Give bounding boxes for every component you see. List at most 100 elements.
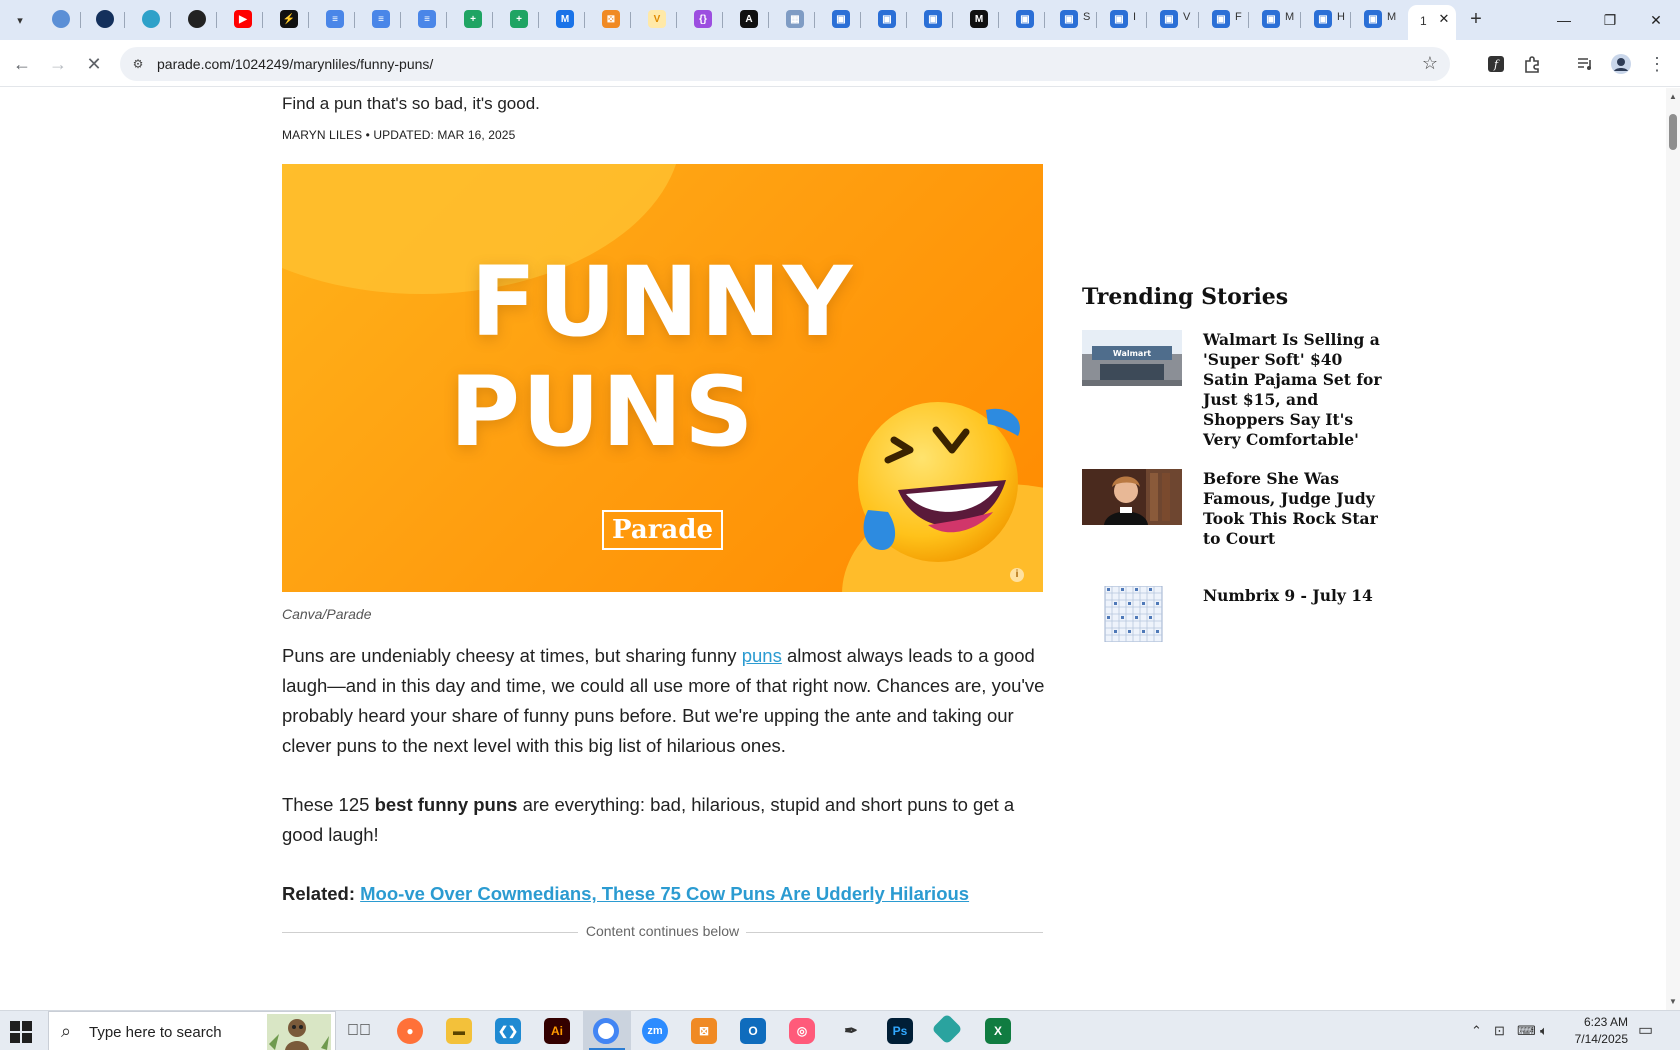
close-window-button[interactable]: ✕ xyxy=(1633,6,1679,34)
site-info-icon[interactable]: ⚙ xyxy=(128,54,148,74)
tab-favicon-forms-icon[interactable]: ▣ xyxy=(832,10,850,28)
tab-favicon-sheets-icon[interactable]: + xyxy=(510,10,528,28)
tab-divider xyxy=(1248,12,1249,28)
stop-loading-button[interactable]: ✕ xyxy=(79,49,109,79)
tab-favicon-forms-icon[interactable]: ▣ xyxy=(1364,10,1382,28)
tab-favicon-shield-icon[interactable] xyxy=(96,10,114,28)
extension-script-icon[interactable]: f xyxy=(1481,49,1511,79)
illustrator-icon[interactable]: Ai xyxy=(544,1018,570,1044)
clock-time: 6:23 AM xyxy=(1583,1015,1628,1029)
tab-favicon-bolt-icon[interactable]: ⚡ xyxy=(280,10,298,28)
tab-favicon-medium-icon[interactable]: M xyxy=(970,10,988,28)
walmart-store-thumbnail[interactable]: Walmart xyxy=(1082,330,1182,386)
tab-favicon-globe-icon[interactable] xyxy=(52,10,70,28)
file-explorer-icon[interactable]: ▬ xyxy=(446,1018,472,1044)
zoom-icon[interactable]: zm xyxy=(642,1018,668,1044)
tab-favicon-grid-icon[interactable]: ⊠ xyxy=(602,10,620,28)
firefox-icon[interactable]: ● xyxy=(397,1018,423,1044)
tray-network-icon[interactable]: ⊡ xyxy=(1494,1023,1505,1039)
tab-favicon-a-icon[interactable]: A xyxy=(740,10,758,28)
extensions-puzzle-icon[interactable] xyxy=(1517,49,1547,79)
browser-menu-icon[interactable]: ⋮ xyxy=(1642,49,1672,79)
tab-favicon-forms-icon[interactable]: ▣ xyxy=(1314,10,1332,28)
close-icon: ✕ xyxy=(86,53,102,74)
tray-volume-icon[interactable]: 🔈︎ xyxy=(1540,1023,1548,1039)
back-button[interactable]: ← xyxy=(7,49,37,79)
trending-story-title[interactable]: Numbrix 9 - July 14 xyxy=(1203,586,1388,606)
tray-chevron-up-icon[interactable]: ⌃ xyxy=(1471,1023,1482,1039)
windows-start-icon[interactable] xyxy=(10,1021,32,1043)
excel-icon[interactable]: X xyxy=(985,1018,1011,1044)
tab-label: M xyxy=(1285,11,1295,23)
bookmark-star-icon[interactable]: ☆ xyxy=(1422,53,1438,74)
tab-favicon-openai-icon[interactable] xyxy=(188,10,206,28)
numbrix-puzzle-thumbnail[interactable] xyxy=(1082,586,1182,642)
tab-favicon-sheets-icon[interactable]: + xyxy=(464,10,482,28)
pen-tool-icon[interactable]: ✒ xyxy=(838,1018,864,1044)
address-bar[interactable]: ⚙ parade.com/1024249/marynliles/funny-pu… xyxy=(120,47,1450,81)
active-tab[interactable]: 1 ✕ xyxy=(1408,5,1456,40)
notification-icon[interactable]: ▭ xyxy=(1638,1020,1653,1040)
tab-favicon-forms-icon[interactable]: ▣ xyxy=(878,10,896,28)
forward-button[interactable]: → xyxy=(43,49,73,79)
tab-divider xyxy=(1146,12,1147,28)
app-diamond-icon[interactable] xyxy=(931,1013,963,1045)
tab-favicon-docs-icon[interactable]: ≡ xyxy=(372,10,390,28)
tab-favicon-youtube-icon[interactable]: ▶ xyxy=(234,10,252,28)
tray-wifi-icon[interactable]: ⌨ xyxy=(1517,1023,1536,1039)
tab-divider xyxy=(354,12,355,28)
article-paragraph: Puns are undeniably cheesy at times, but… xyxy=(282,641,1047,761)
trending-story-title[interactable]: Before She Was Famous, Judge Judy Took T… xyxy=(1203,469,1388,549)
trending-story[interactable]: Numbrix 9 - July 14 xyxy=(1082,586,1382,656)
profile-avatar[interactable] xyxy=(1606,49,1636,79)
tab-favicon-braces-icon[interactable]: {} xyxy=(694,10,712,28)
tab-divider xyxy=(1300,12,1301,28)
scrollbar-thumb[interactable] xyxy=(1669,114,1677,150)
tab-favicon-forms-icon[interactable]: ▣ xyxy=(1016,10,1034,28)
trending-story[interactable]: Before She Was Famous, Judge Judy Took T… xyxy=(1082,469,1382,549)
tab-favicon-v-icon[interactable]: V xyxy=(648,10,666,28)
xampp-icon[interactable]: ⊠ xyxy=(691,1018,717,1044)
new-tab-button[interactable]: + xyxy=(1464,8,1488,32)
trending-story[interactable]: Walmart Walmart Is Selling a 'Super Soft… xyxy=(1082,330,1382,449)
tab-favicon-play-icon[interactable] xyxy=(142,10,160,28)
scroll-down-arrow-icon[interactable]: ▼ xyxy=(1669,997,1677,1006)
taskbar-clock[interactable]: 6:23 AM 7/14/2025 xyxy=(1558,1014,1628,1048)
tab-favicon-table-icon[interactable]: ▦ xyxy=(786,10,804,28)
trending-story-title[interactable]: Walmart Is Selling a 'Super Soft' $40 Sa… xyxy=(1203,330,1388,450)
outlook-icon[interactable]: O xyxy=(740,1018,766,1044)
tab-favicon-forms-icon[interactable]: ▣ xyxy=(924,10,942,28)
tab-divider xyxy=(262,12,263,28)
vscode-icon[interactable]: ❮❯ xyxy=(495,1018,521,1044)
scroll-up-arrow-icon[interactable]: ▲ xyxy=(1669,92,1677,101)
tab-favicon-forms-icon[interactable]: ▣ xyxy=(1212,10,1230,28)
task-view-icon[interactable]: ▯⃞ xyxy=(346,1018,372,1044)
minimize-button[interactable]: — xyxy=(1541,6,1587,34)
media-controls-icon[interactable] xyxy=(1570,49,1600,79)
tab-search-button[interactable]: ▾ xyxy=(6,7,34,33)
tab-favicon-forms-icon[interactable]: ▣ xyxy=(1262,10,1280,28)
page-scrollbar[interactable]: ▲ ▼ xyxy=(1666,88,1680,1010)
judge-judy-thumbnail[interactable] xyxy=(1082,469,1182,525)
close-tab-icon[interactable]: ✕ xyxy=(1436,11,1452,27)
restore-button[interactable]: ❐ xyxy=(1587,6,1633,34)
tab-divider xyxy=(814,12,815,28)
tab-favicon-forms-icon[interactable]: ▣ xyxy=(1160,10,1178,28)
tab-favicon-forms-icon[interactable]: ▣ xyxy=(1060,10,1078,28)
image-info-icon[interactable]: i xyxy=(1010,568,1024,582)
tab-favicon-m-icon[interactable]: M xyxy=(556,10,574,28)
related-article-link[interactable]: Moo-ve Over Cowmedians, These 75 Cow Pun… xyxy=(360,883,969,904)
puns-link[interactable]: puns xyxy=(742,645,782,666)
creative-cloud-icon[interactable]: ◎ xyxy=(789,1018,815,1044)
taskbar-search-box[interactable]: ⌕ Type here to search xyxy=(48,1011,336,1050)
url-text[interactable]: parade.com/1024249/marynliles/funny-puns… xyxy=(157,56,433,72)
chrome-icon[interactable] xyxy=(593,1018,619,1044)
tab-label: I xyxy=(1133,11,1137,23)
photoshop-icon[interactable]: Ps xyxy=(887,1018,913,1044)
tab-favicon-docs-icon[interactable]: ≡ xyxy=(326,10,344,28)
tab-favicon-docs-icon[interactable]: ≡ xyxy=(418,10,436,28)
tab-favicon-forms-icon[interactable]: ▣ xyxy=(1110,10,1128,28)
windows-taskbar: ⌕ Type here to search ▯⃞ ● ▬ ❮❯ Ai zm ⊠ … xyxy=(0,1010,1680,1050)
browser-toolbar: ← → ✕ ⚙ parade.com/1024249/marynliles/fu… xyxy=(0,40,1680,87)
tab-divider xyxy=(676,12,677,28)
